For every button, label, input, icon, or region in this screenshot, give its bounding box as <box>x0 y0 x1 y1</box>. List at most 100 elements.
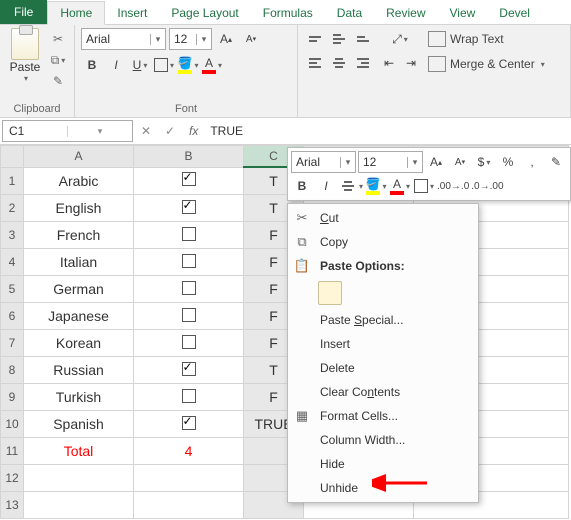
select-all-button[interactable] <box>1 146 24 168</box>
underline-button[interactable]: U <box>129 54 151 76</box>
tab-data[interactable]: Data <box>325 2 374 24</box>
row-header[interactable]: 6 <box>1 303 24 330</box>
mini-accounting-button[interactable]: $ <box>473 151 495 173</box>
ctx-format-cells[interactable]: ▦Format Cells... <box>288 404 478 428</box>
cell[interactable]: Japanese <box>24 303 134 330</box>
cell[interactable]: Spanish <box>24 411 134 438</box>
cell[interactable] <box>134 167 244 195</box>
row-header[interactable]: 10 <box>1 411 24 438</box>
fill-color-button[interactable]: 🪣 <box>177 54 199 76</box>
mini-decrease-font[interactable]: A▾ <box>449 151 471 173</box>
cell[interactable]: French <box>24 222 134 249</box>
cell[interactable]: Italian <box>24 249 134 276</box>
cell[interactable]: Turkish <box>24 384 134 411</box>
checkbox-icon[interactable] <box>182 389 196 403</box>
wrap-text-button[interactable]: Wrap Text <box>428 28 545 50</box>
checkbox-icon[interactable] <box>182 308 196 322</box>
mini-increase-font[interactable]: A▴ <box>425 151 447 173</box>
merge-center-button[interactable]: Merge & Center▾ <box>428 53 545 75</box>
ctx-delete[interactable]: Delete <box>288 356 478 380</box>
cell[interactable]: English <box>24 195 134 222</box>
row-header[interactable]: 2 <box>1 195 24 222</box>
ctx-column-width[interactable]: Column Width... <box>288 428 478 452</box>
checkbox-icon[interactable] <box>182 227 196 241</box>
checkbox-icon[interactable] <box>182 200 196 214</box>
col-header-b[interactable]: B <box>134 146 244 168</box>
cell[interactable] <box>134 411 244 438</box>
font-color-button[interactable]: A <box>201 54 223 76</box>
ctx-copy[interactable]: ⧉Copy <box>288 230 478 254</box>
tab-review[interactable]: Review <box>374 2 437 24</box>
decrease-indent-button[interactable]: ⇤ <box>378 52 400 74</box>
cell[interactable] <box>24 492 134 519</box>
mini-percent-button[interactable]: % <box>497 151 519 173</box>
tab-view[interactable]: View <box>438 2 488 24</box>
formula-input[interactable]: TRUE <box>206 124 247 138</box>
mini-format-painter[interactable]: ✎ <box>545 151 567 173</box>
cell[interactable] <box>134 276 244 303</box>
cell[interactable] <box>134 465 244 492</box>
tab-formulas[interactable]: Formulas <box>251 2 325 24</box>
cell[interactable]: Russian <box>24 357 134 384</box>
fx-icon[interactable]: fx <box>183 124 204 138</box>
mini-align-center[interactable] <box>339 175 363 197</box>
ctx-clear-contents[interactable]: Clear Contents <box>288 380 478 404</box>
cancel-formula-button[interactable]: ✕ <box>135 124 157 138</box>
cell[interactable]: 4 <box>134 438 244 465</box>
row-header[interactable]: 8 <box>1 357 24 384</box>
chevron-down-icon[interactable]: ▾ <box>196 34 211 45</box>
cell[interactable] <box>134 357 244 384</box>
mini-border[interactable] <box>413 175 435 197</box>
format-painter-button[interactable]: ✎ <box>48 72 68 90</box>
cell[interactable]: Korean <box>24 330 134 357</box>
paste-button[interactable]: Paste ▾ <box>6 28 44 90</box>
orientation-button[interactable]: ⤢ <box>378 28 422 50</box>
cell[interactable] <box>134 195 244 222</box>
checkbox-icon[interactable] <box>182 362 196 376</box>
name-box[interactable]: C1▾ <box>2 120 133 142</box>
cell[interactable]: German <box>24 276 134 303</box>
row-header[interactable]: 1 <box>1 167 24 195</box>
enter-formula-button[interactable]: ✓ <box>159 124 181 138</box>
cell[interactable] <box>134 303 244 330</box>
copy-button[interactable]: ⧉▾ <box>48 51 68 69</box>
checkbox-icon[interactable] <box>182 335 196 349</box>
increase-indent-button[interactable]: ⇥ <box>400 52 422 74</box>
tab-page-layout[interactable]: Page Layout <box>159 2 250 24</box>
tab-file[interactable]: File <box>0 0 47 24</box>
row-header[interactable]: 3 <box>1 222 24 249</box>
checkbox-icon[interactable] <box>182 281 196 295</box>
align-bottom-button[interactable] <box>352 28 374 50</box>
increase-font-button[interactable]: A▴ <box>215 28 237 50</box>
cut-button[interactable]: ✂ <box>48 30 68 48</box>
row-header[interactable]: 4 <box>1 249 24 276</box>
align-top-button[interactable] <box>304 28 326 50</box>
align-right-button[interactable] <box>352 52 374 74</box>
checkbox-icon[interactable] <box>182 172 196 186</box>
cell[interactable]: Total <box>24 438 134 465</box>
row-header[interactable]: 11 <box>1 438 24 465</box>
align-middle-button[interactable] <box>328 28 350 50</box>
mini-fill-color[interactable]: 🪣 <box>365 175 387 197</box>
row-header[interactable]: 12 <box>1 465 24 492</box>
mini-font-color[interactable]: A <box>389 175 411 197</box>
mini-size-combo[interactable]: 12▾ <box>358 151 423 173</box>
chevron-down-icon[interactable]: ▾ <box>67 126 132 137</box>
font-size-combo[interactable]: 12▾ <box>169 28 212 50</box>
tab-developer[interactable]: Devel <box>487 2 542 24</box>
border-button[interactable] <box>153 54 175 76</box>
italic-button[interactable]: I <box>105 54 127 76</box>
cell[interactable] <box>134 222 244 249</box>
cell[interactable] <box>134 492 244 519</box>
decrease-font-button[interactable]: A▾ <box>240 28 262 50</box>
tab-home[interactable]: Home <box>47 1 105 25</box>
col-header-a[interactable]: A <box>24 146 134 168</box>
mini-comma-button[interactable]: , <box>521 151 543 173</box>
cell[interactable] <box>134 330 244 357</box>
chevron-down-icon[interactable]: ▾ <box>150 34 165 45</box>
mini-bold[interactable]: B <box>291 175 313 197</box>
bold-button[interactable]: B <box>81 54 103 76</box>
cell[interactable] <box>134 384 244 411</box>
cell[interactable]: Arabic <box>24 167 134 195</box>
mini-increase-decimal[interactable]: .00→.0 <box>437 175 469 197</box>
